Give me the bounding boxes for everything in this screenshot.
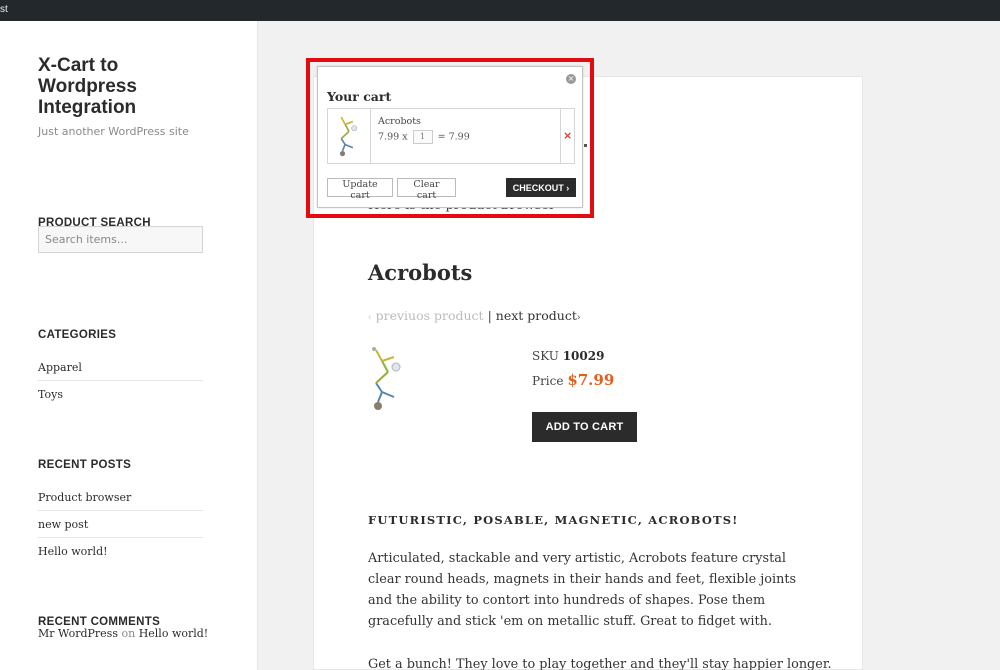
cart-popup: × Your cart Acrobots 7.99 x 1 = 7.99 × U… bbox=[317, 66, 583, 208]
chevron-right-icon: › bbox=[566, 182, 570, 193]
cart-item-total: = 7.99 bbox=[437, 131, 470, 143]
comment-on-text: on bbox=[121, 627, 136, 640]
prev-product-label: previuos product bbox=[375, 308, 484, 323]
list-item: Hello world! bbox=[38, 538, 203, 565]
chevron-left-icon: ‹ bbox=[368, 313, 372, 323]
next-product-label: next product bbox=[495, 308, 577, 323]
cart-item: Acrobots 7.99 x 1 = 7.99 × bbox=[327, 108, 575, 164]
sidebar bbox=[0, 21, 258, 670]
product-nav: ‹ previuos product | next product› bbox=[368, 308, 580, 323]
cart-title: Your cart bbox=[327, 89, 392, 104]
comment-post-link[interactable]: Hello world! bbox=[139, 627, 209, 640]
recent-posts-title: RECENT POSTS bbox=[38, 459, 132, 471]
category-link-apparel[interactable]: Apparel bbox=[38, 361, 82, 374]
checkout-label: CHECKOUT bbox=[512, 182, 564, 193]
product-description-2: Get a bunch! They love to play together … bbox=[368, 657, 832, 670]
product-title: Acrobots bbox=[368, 260, 473, 285]
sku-value: 10029 bbox=[562, 349, 605, 363]
product-heading: FUTURISTIC, POSABLE, MAGNETIC, ACROBOTS! bbox=[368, 513, 739, 527]
clear-cart-button[interactable]: Clear cart bbox=[397, 178, 456, 201]
update-cart-button[interactable]: Update cart bbox=[327, 178, 393, 201]
list-item: Toys bbox=[38, 381, 203, 408]
cart-item-remove-cell: × bbox=[560, 109, 575, 163]
comment-author-link[interactable]: Mr WordPress bbox=[38, 627, 118, 640]
categories-list: Apparel Toys bbox=[38, 354, 203, 408]
cart-item-thumbnail[interactable] bbox=[328, 109, 371, 163]
cart-item-times: x bbox=[402, 131, 408, 143]
next-product-link[interactable]: next product› bbox=[496, 308, 581, 323]
site-description: Just another WordPress site bbox=[38, 125, 189, 138]
chevron-right-icon: › bbox=[576, 313, 581, 323]
acrobots-thumb-icon bbox=[339, 116, 358, 157]
quantity-field[interactable]: 1 bbox=[412, 130, 433, 144]
cart-item-unit-price: 7.99 bbox=[378, 131, 400, 143]
categories-title: CATEGORIES bbox=[38, 329, 117, 341]
post-link-hello-world[interactable]: Hello world! bbox=[38, 545, 108, 558]
list-item: Product browser bbox=[38, 484, 203, 511]
admin-bar-text[interactable]: st bbox=[0, 4, 8, 15]
site-title[interactable]: X-Cart to Wordpress Integration bbox=[38, 55, 218, 118]
recent-comment: Mr WordPress on Hello world! bbox=[38, 627, 208, 640]
cart-item-line: 7.99 x 1 = 7.99 bbox=[378, 130, 470, 144]
list-item: Apparel bbox=[38, 354, 203, 381]
prev-product-link[interactable]: ‹ previuos product bbox=[368, 308, 484, 323]
nav-separator: | bbox=[487, 308, 492, 323]
price: Price $7.99 bbox=[532, 371, 614, 389]
close-icon[interactable]: × bbox=[566, 74, 576, 84]
cart-item-name[interactable]: Acrobots bbox=[378, 116, 421, 127]
search-input[interactable] bbox=[38, 226, 203, 253]
admin-bar: st bbox=[0, 0, 1000, 21]
price-label: Price bbox=[532, 374, 564, 388]
checkout-button[interactable]: CHECKOUT › bbox=[506, 178, 576, 197]
sku: SKU 10029 bbox=[532, 349, 604, 363]
sku-label: SKU bbox=[532, 349, 559, 363]
product-description: Articulated, stackable and very artistic… bbox=[368, 551, 797, 629]
category-link-toys[interactable]: Toys bbox=[38, 388, 63, 401]
remove-icon[interactable]: × bbox=[563, 129, 572, 142]
recent-posts-list: Product browser new post Hello world! bbox=[38, 484, 203, 565]
add-to-cart-button[interactable]: ADD TO CART bbox=[532, 412, 637, 442]
price-value: $7.99 bbox=[567, 371, 615, 389]
post-link-new-post[interactable]: new post bbox=[38, 518, 88, 531]
post-link-product-browser[interactable]: Product browser bbox=[38, 491, 131, 504]
acrobots-image[interactable] bbox=[368, 345, 408, 413]
list-item: new post bbox=[38, 511, 203, 538]
